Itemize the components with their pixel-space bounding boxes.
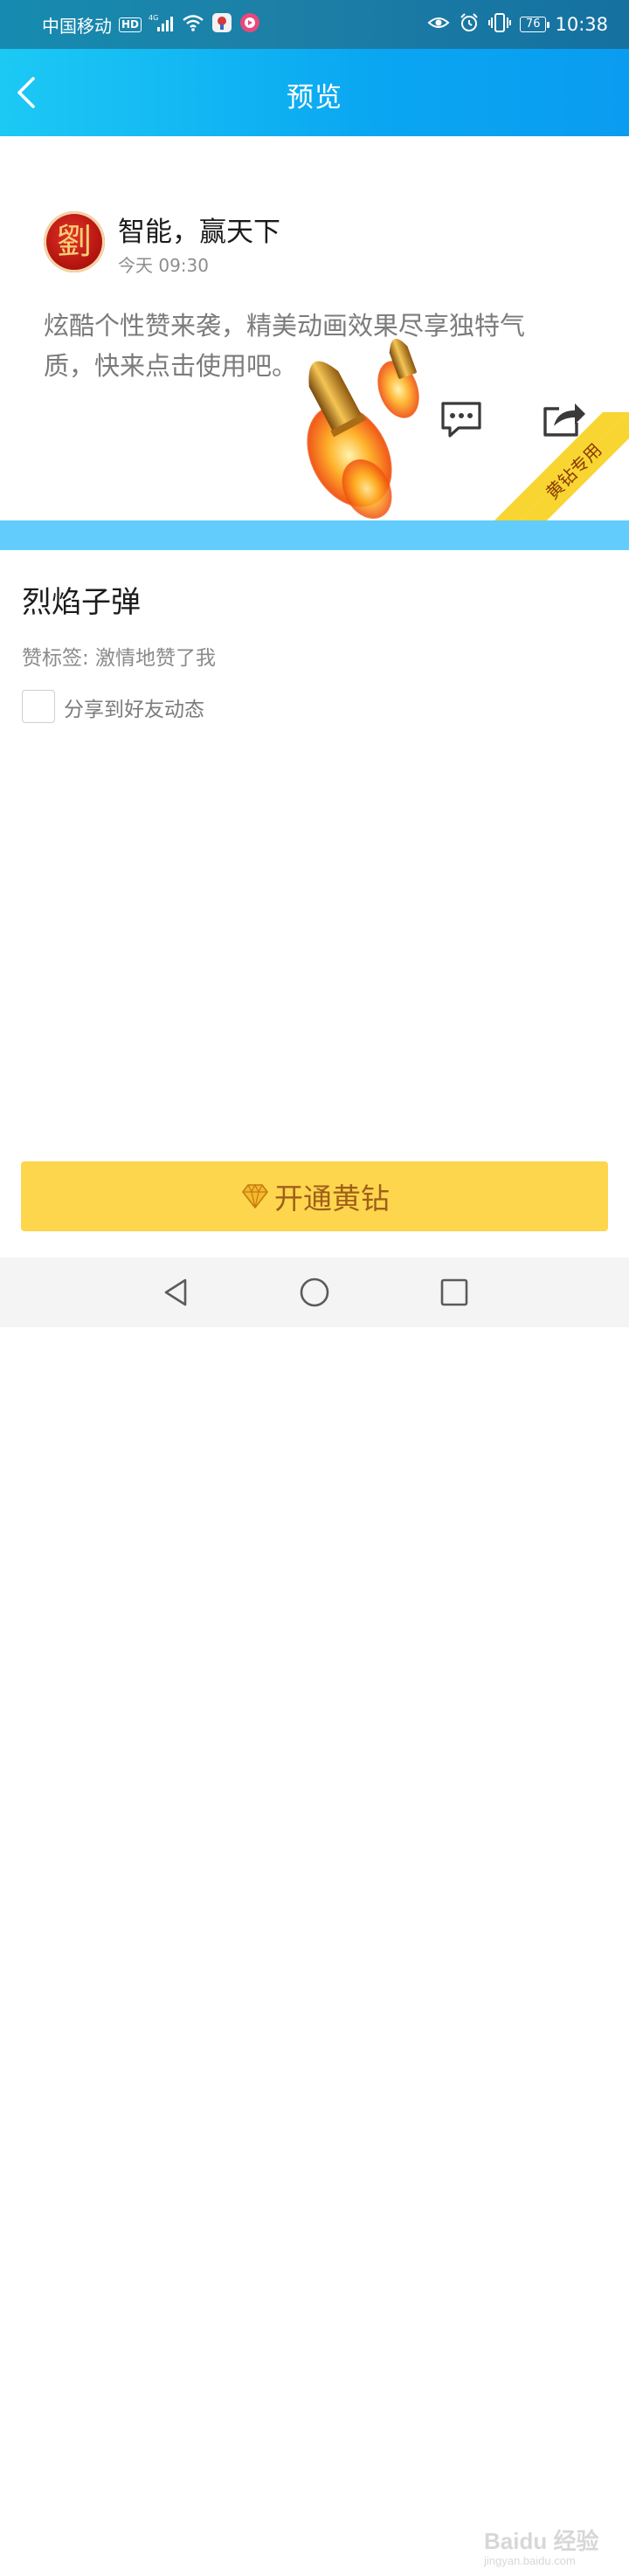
status-bar-left: 中国移动 HD 4G (42, 12, 260, 37)
vibrate-icon (487, 12, 511, 38)
effect-title: 烈焰子弹 (22, 585, 141, 620)
preview-card: 劉 智能，赢天下 今天 09:30 炫酷个性赞来袭，精美动画效果尽享独特气质，快… (0, 136, 629, 520)
square-recent-icon (440, 1278, 468, 1306)
divider-band (0, 520, 629, 550)
clock-label: 10:38 (555, 14, 608, 35)
watermark-title: Baidu 经验 (484, 2528, 599, 2554)
hd-icon: HD (119, 17, 142, 32)
app-bar: 预览 (0, 49, 629, 136)
post-time: 今天 09:30 (118, 255, 209, 276)
alarm-icon (459, 12, 480, 38)
like-tag-label: 赞标签: 激情地赞了我 (22, 647, 217, 670)
battery-icon: 76 (519, 17, 550, 32)
page-title: 预览 (287, 82, 342, 114)
app-notification-icon (211, 12, 232, 38)
nav-back-button[interactable] (159, 1275, 194, 1310)
open-yellow-diamond-label: 开通黄钻 (274, 1181, 390, 1216)
system-nav-bar: Baidu 经验 jingyan.baidu.com (0, 1257, 629, 2567)
status-bar-right: 76 10:38 (427, 12, 608, 37)
status-bar: 中国移动 HD 4G 76 10:38 (0, 0, 629, 49)
eye-comfort-icon (427, 14, 450, 36)
watermark-url: jingyan.baidu.com (484, 2554, 576, 2567)
share-to-feed-checkbox[interactable] (22, 690, 55, 723)
circle-home-icon (300, 1278, 329, 1307)
signal-icon: 4G (149, 13, 175, 37)
baidu-watermark: Baidu 经验 jingyan.baidu.com (484, 2524, 624, 2576)
avatar[interactable]: 劉 (44, 211, 105, 272)
share-to-feed-label[interactable]: 分享到好友动态 (64, 692, 204, 722)
post-author: 智能，赢天下 (118, 217, 280, 248)
wifi-icon (182, 13, 204, 37)
vip-ribbon: 黄钻专用 (489, 412, 629, 520)
flaming-bullet-illustration (307, 339, 419, 520)
nav-home-button[interactable] (297, 1275, 332, 1310)
nav-recent-button[interactable] (439, 1277, 470, 1308)
comment-icon (441, 402, 481, 437)
open-yellow-diamond-button[interactable]: 开通黄钻 (21, 1161, 608, 1231)
comment-button[interactable] (439, 400, 483, 438)
network-type-label: 4G (149, 14, 158, 22)
video-notification-icon (239, 12, 260, 38)
avatar-glyph: 劉 (57, 222, 92, 262)
triangle-back-icon (164, 1278, 187, 1306)
carrier-label: 中国移动 (42, 15, 112, 37)
diamond-icon (239, 1182, 271, 1210)
